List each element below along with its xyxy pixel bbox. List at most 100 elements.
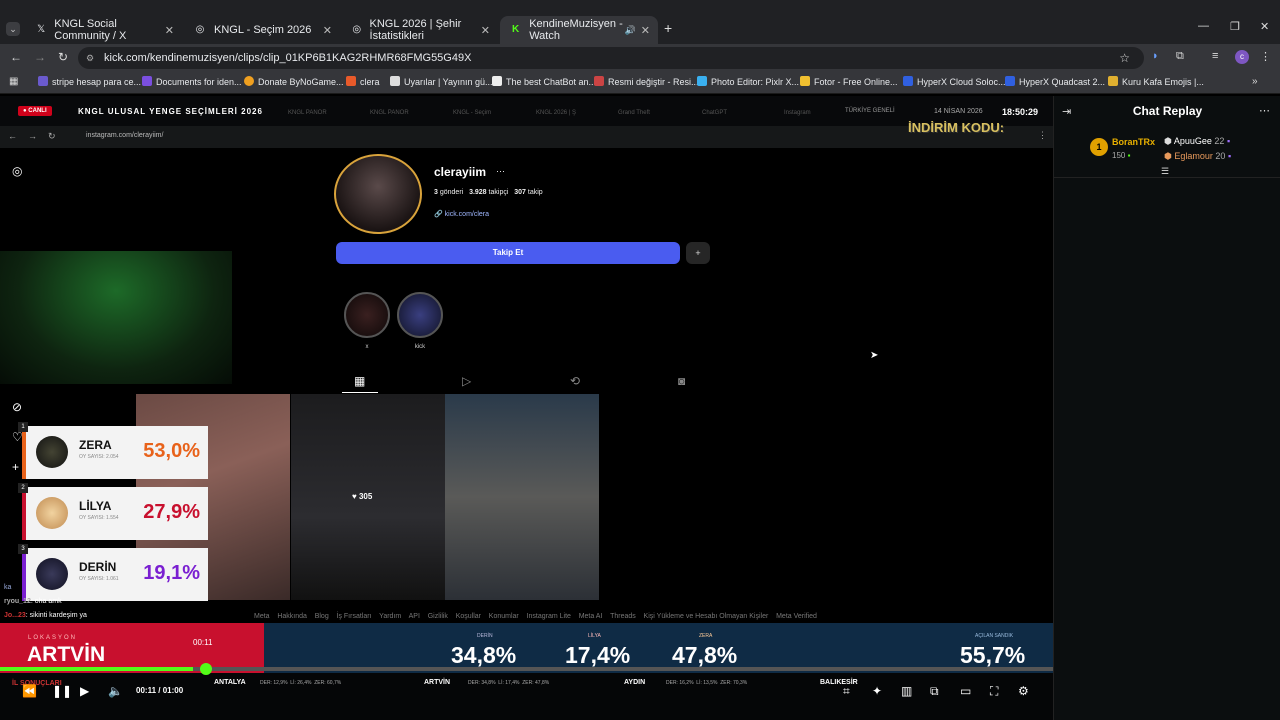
video-player[interactable]: ● CANLI KNGL ULUSAL YENGE SEÇİMLERİ 2026… [0,96,1053,720]
globe-icon: ◎ [352,24,362,35]
city-name: ANTALYA [214,679,246,686]
highlight-label: x [365,344,369,350]
vote-count: OY SAYISI: 2.054 [79,454,119,460]
close-tab-icon[interactable]: ✕ [641,24,650,37]
puzzle-icon[interactable]: ⧉ [1176,50,1184,63]
progress-handle[interactable] [200,663,212,675]
inner-tab: Grand Theft [618,110,650,116]
player-controls: İL SONUÇLARI ANTALYA DER: 12,9% Lİ: 26,4… [0,673,1053,720]
speaker-icon[interactable]: 🔊 [625,25,636,36]
badge-icon: ⬢ [1164,136,1172,146]
tab-search-button[interactable]: ⌄ [6,22,20,36]
settings-icon[interactable]: ⚙ [1018,684,1029,698]
stream-chat-line: ryou_12: oha amk [4,598,62,605]
tab-kngl-sehir[interactable]: ◎ KNGL 2026 | Şehir İstatistikleri ✕ [342,16,498,44]
bookmark[interactable]: Photo Editor: Pixlr X... [697,76,799,87]
bookmark-icon [1108,76,1118,86]
avatar[interactable]: c [1235,50,1249,64]
stats-icon[interactable]: ▥ [901,684,912,698]
city-stats: DER: 12,9% Lİ: 26,4% ZER: 60,7% [260,680,342,686]
city-stats: DER: 34,8% Lİ: 17,4% ZER: 47,8% [468,680,550,686]
top-user[interactable]: BoranTRx [1112,137,1155,147]
mouse-cursor-icon: ➤ [870,350,879,361]
location-panel: LOKASYON ARTVİN 00:11 [0,623,264,673]
pause-icon[interactable]: ❚❚ [52,684,72,698]
menu-icon: ⋮ [1038,130,1047,140]
rank: 2 [18,483,28,493]
rewind-icon[interactable]: ⏪ [22,684,37,698]
bookmark-icon [800,76,810,86]
promo-text: İNDİRİM KODU: [908,120,1005,135]
tab-kendinemuzisyen[interactable]: K KendineMuzisyen - Watch 🔊 ✕ [500,16,658,44]
tab-kngl-secim[interactable]: ◎ KNGL - Seçim 2026 ✕ [184,16,340,44]
inner-tab: ChatGPT [702,110,728,116]
sparkle-icon[interactable]: ✦ [872,684,882,698]
profile-stats: 3 gönderi 3.928 takipçi 307 takip [434,189,543,196]
fullscreen-icon[interactable]: ⛶ [990,684,998,699]
bookmark[interactable]: Resmi değiştir - Resi... [594,76,699,87]
close-tab-icon[interactable]: ✕ [323,24,332,37]
close-tab-icon[interactable]: ✕ [165,24,174,37]
crop-icon[interactable]: ⌗ [843,684,850,699]
close-tab-icon[interactable]: ✕ [481,24,490,37]
forward-icon[interactable]: ▶ [80,684,89,698]
url-field[interactable]: ⚙ kick.com/kendinemuzisyen/clips/clip_01… [78,47,1144,69]
back-icon[interactable]: ← [10,50,22,64]
reload-icon[interactable]: ↻ [58,50,68,64]
clock: 18:50:29 [1002,107,1039,117]
explore-icon: ⊘ [12,400,23,414]
new-tab-button[interactable]: + [664,20,672,36]
bookmark[interactable]: stripe hesap para ce... [38,76,141,87]
theater-icon[interactable]: ▭ [960,684,971,698]
minimize-icon[interactable]: — [1198,20,1209,32]
bookmark[interactable]: Documents for iden... [142,76,242,87]
expand-icon[interactable]: ☰ [1161,166,1169,177]
bookmark[interactable]: Uyarılar | Yayının gü... [390,76,493,87]
results-ticker: LOKASYON ARTVİN 00:11 DERİN 34,8% LİLYA … [0,623,1053,673]
bookmark[interactable]: HyperX Cloud Soloc... [903,76,1006,87]
bookmark[interactable]: Donate ByNoGame... [244,76,344,87]
instagram-footer: Meta Hakkında Blog İş Fırsatları Yardım … [254,613,817,620]
forward-icon[interactable]: → [34,50,46,64]
volume-icon[interactable]: 🔈 [108,684,123,698]
likes-overlay: ♥ 305 [352,492,373,501]
tab-kngl-x[interactable]: 𝕏 KNGL Social Community / X ✕ [26,16,182,44]
bookmark[interactable]: HyperX Quadcast 2... [1005,76,1105,87]
gifter-name[interactable]: ApuuGee [1174,136,1212,146]
inner-tab: KNGL PANOR [288,110,327,116]
bookmark[interactable]: Fotor - Free Online... [800,76,898,87]
color-stripe [22,426,26,479]
media-icon[interactable]: ≡ [1212,50,1218,62]
top-user-count: 150 ▪ [1112,151,1131,160]
extension-icon[interactable]: ◗ [1152,50,1159,62]
more-bookmarks-icon[interactable]: » [1252,76,1258,87]
bookmark-icon [697,76,707,86]
gifter-name[interactable]: Eglamour [1174,151,1213,161]
bookmark-star-icon[interactable]: ☆ [1119,47,1130,69]
derin-label: DERİN [477,633,493,639]
stream-overlay-topbar: ● CANLI KNGL ULUSAL YENGE SEÇİMLERİ 2026… [0,96,1053,126]
close-window-icon[interactable]: ✕ [1260,20,1269,33]
bookmarks-bar: ▦ stripe hesap para ce... Documents for … [0,72,1280,94]
bookmark[interactable]: clera [346,76,380,87]
poll-card-derin: 3 DERİN OY SAYISI: 1.061 19,1% [18,544,208,601]
tab-title: KNGL 2026 | Şehir İstatistikleri [369,18,462,42]
rank: 3 [18,544,28,554]
color-stripe [22,548,26,601]
inner-tab: Instagram [784,110,811,116]
bookmark-icon [244,76,254,86]
lilya-label: LİLYA [588,633,601,639]
popout-icon[interactable]: ⧉ [930,684,939,699]
menu-icon[interactable]: ⋮ [1260,50,1271,63]
bookmark[interactable]: Kuru Kafa Emojis |... [1108,76,1204,87]
avatar [36,497,68,529]
reels-icon: ▷ [462,374,472,388]
instagram-icon: ◎ [12,164,23,178]
chat-menu-icon[interactable]: ⋯ [1259,104,1270,117]
bookmark[interactable]: The best ChatBot an... [492,76,596,87]
city-name: BALIKESİR [820,679,858,686]
site-info-icon[interactable]: ⚙ [86,47,94,69]
apps-icon[interactable]: ▦ [9,76,18,87]
restore-icon[interactable]: ❐ [1230,20,1240,33]
tab-title: KNGL - Seçim 2026 [214,24,312,36]
